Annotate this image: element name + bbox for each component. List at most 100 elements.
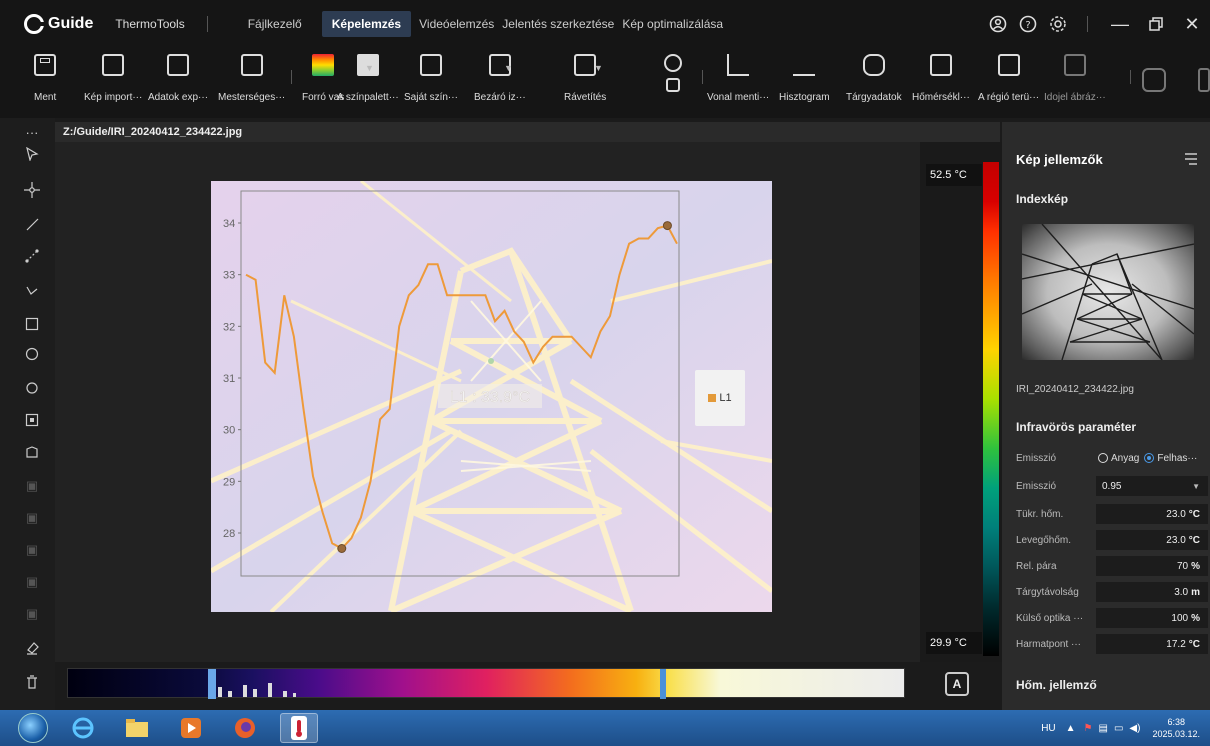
object-data-button[interactable]: Tárgyadatok [846, 54, 902, 114]
start-button-icon[interactable] [18, 713, 48, 743]
min-point-marker [337, 544, 347, 553]
radio-material-label: Anyag [1111, 452, 1140, 464]
minimize-icon[interactable]: — [1102, 9, 1138, 39]
color-gradient-bar[interactable] [983, 162, 999, 656]
emission-select[interactable]: 0.95 ▼ [1096, 476, 1208, 496]
help-icon[interactable]: ? [1015, 11, 1041, 37]
line-tool-icon[interactable] [24, 216, 40, 232]
histogram-button[interactable]: Hisztogram [779, 54, 830, 114]
overlay-icon [574, 54, 597, 76]
network-icon[interactable]: ▤ [1099, 723, 1108, 734]
area-tool-icon[interactable] [24, 412, 40, 428]
y-tick-label: 34 [223, 218, 235, 230]
emission-mode-label: Emisszió [1016, 452, 1057, 464]
thermal-image[interactable]: 34 33 32 31 30 29 28 L1 : 33.9°C [211, 181, 772, 612]
radio-user[interactable]: Felhas··· [1144, 453, 1197, 464]
legend-label: L1 [719, 392, 732, 404]
close-icon[interactable]: ✕ [1174, 9, 1210, 39]
divider [702, 70, 703, 84]
param-input[interactable]: 100% [1096, 608, 1208, 628]
param-unit: % [1191, 560, 1200, 572]
auto-range-button[interactable]: A [945, 672, 969, 696]
menu-report-editing[interactable]: Jelentés szerkeztése [502, 13, 622, 35]
menu-image-analysis[interactable]: Képelemzés [321, 11, 412, 37]
y-tick-label: 33 [223, 270, 235, 282]
polyline-tool-icon[interactable] [24, 282, 40, 298]
param-row: Rel. pára 70% [1016, 556, 1208, 576]
param-input[interactable]: 70% [1096, 556, 1208, 576]
color-palette-dropdown[interactable]: ▼ A színpalett··· [337, 54, 399, 114]
delta-t-icon [929, 54, 952, 76]
temperature-diff-label: Hőmérsékl··· [912, 92, 970, 103]
internet-explorer-icon[interactable] [64, 713, 102, 743]
image-import-button[interactable]: Kép import··· [84, 54, 142, 114]
maximize-icon[interactable] [1138, 9, 1174, 39]
save-button[interactable]: Ment [34, 54, 56, 114]
menu-file-manager[interactable]: Fájlkezelő [240, 13, 310, 35]
own-color-button[interactable]: Saját szín··· [404, 54, 458, 114]
y-tick-label: 28 [223, 528, 235, 540]
temperature-diff-button[interactable]: Hőmérsékl··· [912, 54, 970, 114]
display-icon[interactable]: ▭ [1114, 723, 1123, 734]
isotherm-button[interactable]: ▼ Bezáró iz··· [474, 54, 526, 114]
thermotools-app-icon[interactable] [280, 713, 318, 743]
param-input[interactable]: 23.0 °C [1096, 504, 1208, 524]
scale-max-label[interactable]: 52.5 °C [926, 164, 982, 186]
time-signal-button[interactable]: Idojel ábráz··· [1044, 54, 1106, 114]
clock[interactable]: 6:38 2025.03.12. [1152, 716, 1200, 740]
legend-swatch [708, 394, 717, 402]
overlay-button[interactable]: ▼ Rávetítés [564, 54, 606, 114]
circle-tool-icon[interactable] [24, 346, 40, 362]
polygon-tool-icon[interactable] [24, 444, 40, 460]
media-player-icon[interactable] [172, 713, 210, 743]
image-canvas-area[interactable]: 34 33 32 31 30 29 28 L1 : 33.9°C L1 [55, 142, 920, 662]
3d-button[interactable] [664, 54, 682, 114]
radio-material[interactable]: Anyag [1098, 453, 1139, 464]
save-label: Ment [34, 92, 57, 103]
param-input[interactable]: 3.0 m [1096, 582, 1208, 602]
image-properties-panel: Kép jellemzők Indexkép IRI_20240412_2344… [1002, 122, 1210, 710]
histogram-high-handle[interactable] [660, 669, 666, 699]
trash-icon[interactable] [24, 674, 40, 690]
user-icon[interactable] [985, 11, 1011, 37]
file-explorer-icon[interactable] [118, 713, 156, 743]
ai-button[interactable]: Mesterséges··· [218, 54, 285, 114]
action-center-icon[interactable]: ⚑ [1084, 723, 1093, 734]
line-profile-button[interactable]: Vonal menti··· [707, 54, 769, 114]
firefox-icon[interactable] [226, 713, 264, 743]
title-bar: Guide ThermoTools Fájlkezelő Képelemzés … [0, 0, 1210, 48]
ir-parameter-title: Infravörös paraméter [1016, 420, 1137, 434]
index-image-title: Indexkép [1016, 192, 1069, 206]
language-indicator[interactable]: HU [1041, 723, 1055, 734]
comment-button[interactable] [1142, 68, 1166, 128]
y-tick-label: 32 [223, 321, 235, 333]
panel-menu-icon[interactable] [1184, 152, 1198, 165]
ellipse-tool-icon[interactable] [24, 380, 40, 396]
chevron-up-icon[interactable]: ▲ [1066, 723, 1076, 734]
param-input[interactable]: 17.2 °C [1096, 634, 1208, 654]
menu-video-analysis[interactable]: Videóelemzés [411, 13, 502, 35]
region-area-label: A régió terü··· [978, 92, 1040, 103]
menu-image-optimization[interactable]: Kép optimalizálása [622, 13, 731, 35]
line-points-tool-icon[interactable] [24, 248, 40, 264]
image-import-label: Kép import··· [84, 92, 143, 103]
temperature-histogram[interactable] [67, 668, 905, 699]
database-icon [862, 54, 885, 76]
rectangle-tool-icon[interactable] [24, 316, 40, 332]
param-input[interactable]: 23.0 °C [1096, 530, 1208, 550]
ribbon-toolbar: Ment Kép import··· Adatok exp··· Mesters… [0, 48, 1210, 118]
scale-min-label[interactable]: 29.9 °C [926, 632, 982, 654]
emission-label: Emisszió [1016, 480, 1057, 492]
more-dots-icon[interactable]: ··· [24, 124, 40, 140]
histogram-low-handle[interactable] [208, 669, 216, 699]
index-image-filename: IRI_20240412_234422.jpg [1016, 384, 1134, 395]
pointer-tool-icon[interactable] [24, 146, 40, 162]
spot-tool-icon[interactable] [24, 182, 40, 198]
divider [1130, 70, 1131, 84]
data-export-button[interactable]: Adatok exp··· [148, 54, 208, 114]
eraser-icon[interactable] [24, 640, 40, 656]
volume-icon[interactable]: ◀) [1129, 723, 1140, 734]
region-area-button[interactable]: A régió terü··· [978, 54, 1039, 114]
more-button[interactable] [1198, 68, 1210, 128]
settings-gear-icon[interactable] [1045, 11, 1071, 37]
